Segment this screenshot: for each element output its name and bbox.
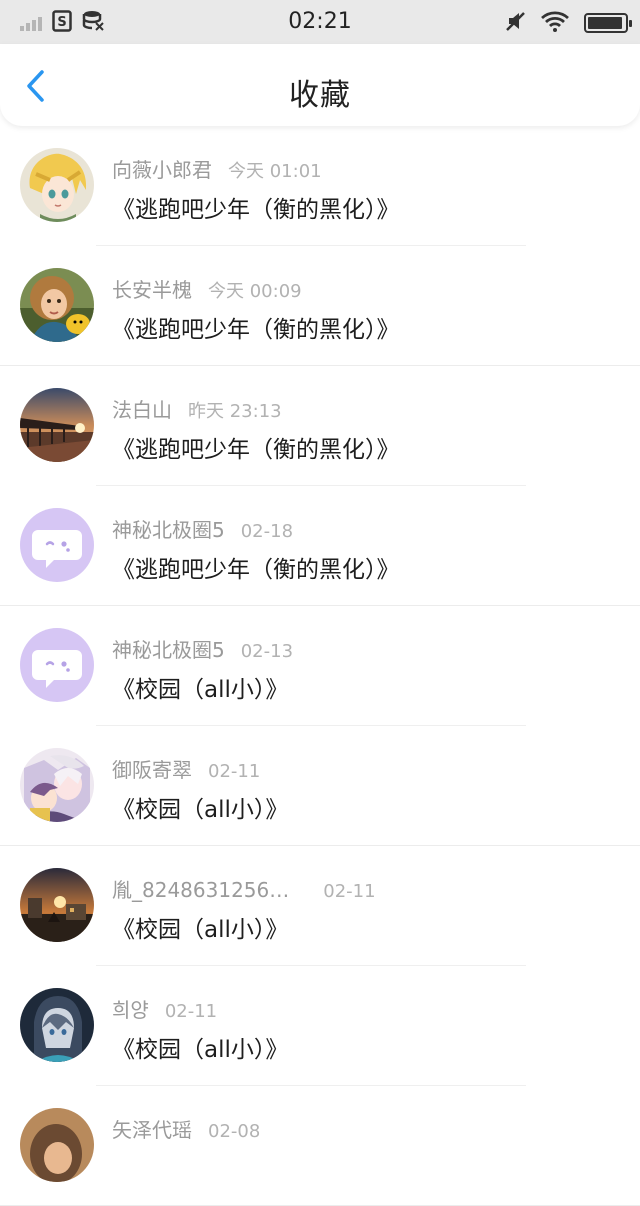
favorite-item[interactable]: 长安半槐 今天 00:09 《逃跑吧少年（衡的黑化）》 [0,246,640,366]
avatar[interactable] [20,748,94,822]
favorite-item[interactable]: 御阪寄翠 02-11 《校园（all小）》 [0,726,640,846]
user-name[interactable]: 矢泽代瑶 [112,1118,192,1142]
user-name[interactable]: 희양 [112,998,149,1022]
post-time: 02-11 [164,1001,218,1022]
item-meta: 희양 02-11 [112,994,217,1023]
item-meta: 御阪寄翠 02-11 [112,754,260,783]
post-time: 今天 01:01 [228,161,322,182]
user-name[interactable]: 向薇小郎君 [112,158,212,182]
story-title: 《校园（all小）》 [112,677,289,703]
item-meta: 神秘北极圈5 02-18 [112,514,293,543]
favorite-item[interactable]: 向薇小郎君 今天 01:01 《逃跑吧少年（衡的黑化）》 [0,126,640,246]
status-right [506,10,632,36]
avatar[interactable] [20,268,94,342]
mute-icon [506,11,526,35]
favorites-list: 向薇小郎君 今天 01:01 《逃跑吧少年（衡的黑化）》 长安半槐 今天 00:09 《逃… [0,126,640,1206]
avatar[interactable] [20,1108,94,1182]
item-meta: 长安半槐 今天 00:09 [112,274,302,303]
story-title: 《校园（all小）》 [112,917,289,943]
story-title: 《逃跑吧少年（衡的黑化）》 [112,197,400,223]
favorite-item[interactable]: 神秘北极圈5 02-18 《逃跑吧少年（衡的黑化）》 [0,486,640,606]
item-meta: 神秘北极圈5 02-13 [112,634,293,663]
favorite-item[interactable]: 矢泽代瑶 02-08 [0,1086,640,1206]
user-name[interactable]: 御阪寄翠 [112,758,192,782]
avatar[interactable] [20,388,94,462]
post-time: 02-11 [323,881,376,902]
story-title: 《逃跑吧少年（衡的黑化）》 [112,437,400,463]
post-time: 02-18 [240,521,294,542]
item-meta: 矢泽代瑶 02-08 [112,1114,260,1143]
user-name[interactable]: 神秘北极圈5 [112,638,225,662]
post-time: 02-08 [208,1121,261,1142]
page-title: 收藏 [289,78,351,113]
story-title: 《校园（all小）》 [112,797,289,823]
favorite-item[interactable]: 희양 02-11 《校园（all小）》 [0,966,640,1086]
favorite-item[interactable]: 胤_8248631256… 02-11 《校园（all小）》 [0,846,640,966]
post-time: 02-13 [240,641,294,662]
story-title: 《逃跑吧少年（衡的黑化）》 [112,557,400,583]
nav-bar: 收藏 [0,44,640,126]
user-name[interactable]: 法白山 [112,398,172,422]
avatar[interactable] [20,868,94,942]
battery-icon [584,13,632,33]
battery-level [588,17,622,29]
avatar[interactable] [20,628,94,702]
favorite-item[interactable]: 法白山 昨天 23:13 《逃跑吧少年（衡的黑化）》 [0,366,640,486]
avatar[interactable] [20,148,94,222]
post-time: 02-11 [208,761,261,782]
post-time: 今天 00:09 [208,281,302,302]
favorite-item[interactable]: 神秘北极圈5 02-13 《校园（all小）》 [0,606,640,726]
avatar[interactable] [20,988,94,1062]
user-name[interactable]: 长安半槐 [112,278,192,302]
status-bar: S 02:21 [0,0,640,44]
story-title: 《逃跑吧少年（衡的黑化）》 [112,317,400,343]
item-meta: 法白山 昨天 23:13 [112,394,282,423]
item-meta: 胤_8248631256… 02-11 [112,874,376,903]
post-time: 昨天 23:13 [188,401,282,422]
item-meta: 向薇小郎君 今天 01:01 [112,154,322,183]
user-name[interactable]: 神秘北极圈5 [112,518,225,542]
user-name[interactable]: 胤_8248631256… [112,878,289,902]
avatar[interactable] [20,508,94,582]
wifi-icon [540,10,570,36]
story-title: 《校园（all小）》 [112,1037,289,1063]
